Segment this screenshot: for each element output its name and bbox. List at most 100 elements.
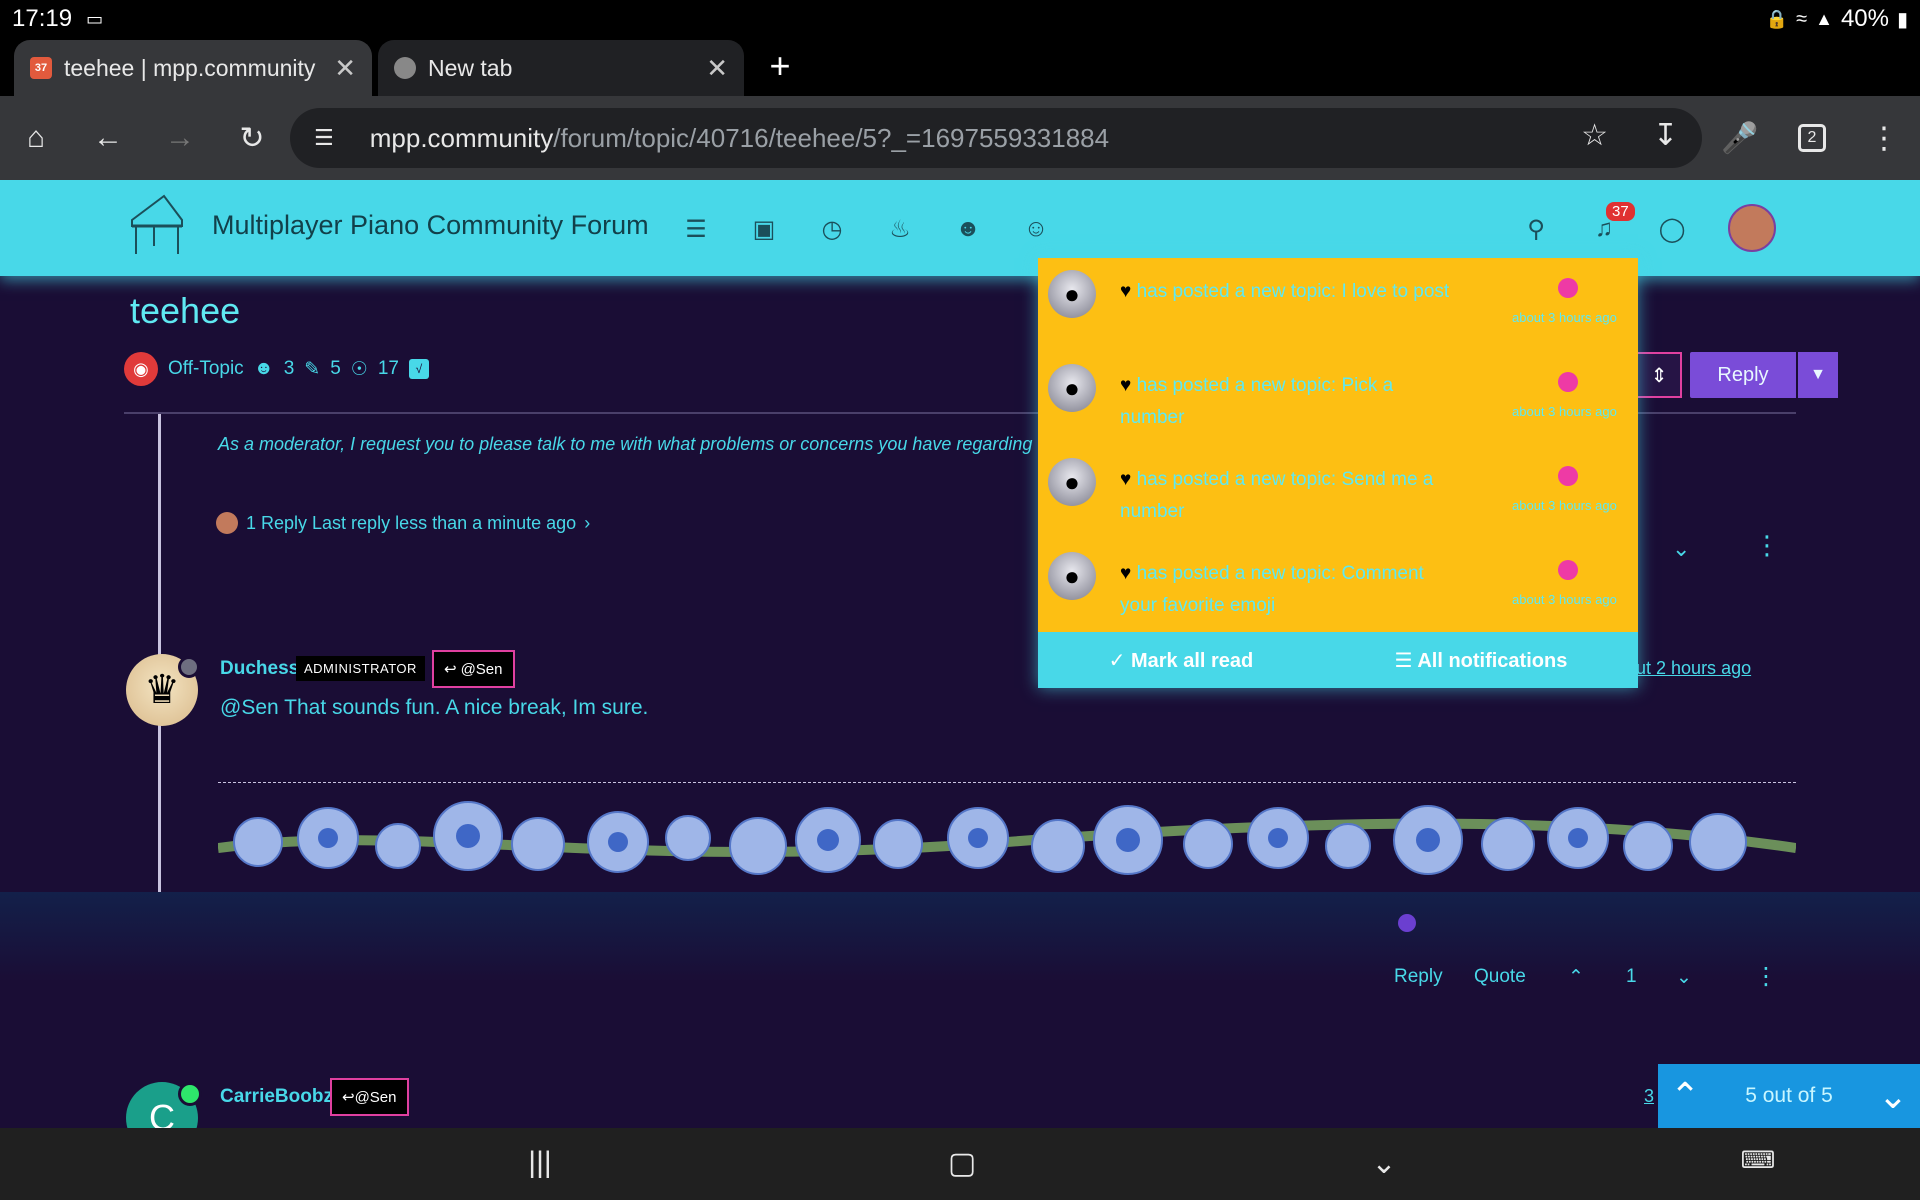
microphone-icon[interactable]: 🎤 [1716, 114, 1764, 162]
all-notifications-link[interactable]: ☰ All notifications [1395, 648, 1568, 673]
mark-all-read-button[interactable]: ✓ Mark all read [1109, 648, 1254, 673]
keyboard-icon[interactable]: ⌨ [1738, 1146, 1778, 1186]
unread-dot[interactable] [1558, 278, 1578, 298]
unread-dot[interactable] [1558, 560, 1578, 580]
notification-text: ♥ has posted a new topic: Comment your f… [1120, 563, 1424, 616]
wifi-icon: ≈ [1796, 7, 1808, 30]
notification-time: about 3 hours ago [1512, 498, 1617, 513]
tab-new-tab[interactable]: New tab ✕ [378, 40, 744, 96]
notification-item[interactable]: ● ♥ has posted a new topic: I love to po… [1038, 258, 1638, 352]
replies-link[interactable]: 1 Reply Last reply less than a minute ag… [216, 512, 590, 534]
downvote-chevron-icon[interactable]: ⌄ [1672, 536, 1690, 562]
posters-count: 3 [283, 358, 295, 379]
notification-time: about 3 hours ago [1512, 310, 1617, 325]
sort-button[interactable]: ⇕ [1636, 352, 1682, 398]
globe-icon: ◉ [124, 352, 158, 386]
piano-logo-icon[interactable] [124, 190, 190, 260]
system-nav-bar: ||| ▢ ⌄ ⌨ [0, 1128, 1920, 1200]
tab-switcher-button[interactable]: 2 [1788, 114, 1836, 162]
ghost-avatar: ● [1048, 364, 1096, 412]
battery-icon: ▮ [1896, 8, 1908, 31]
rss-icon[interactable]: √ [408, 359, 429, 379]
post-menu-icon[interactable]: ⋮ [1754, 962, 1778, 991]
site-settings-icon[interactable]: ☰ [314, 125, 334, 151]
notification-item[interactable]: ● ♥ has posted a new topic: Comment your… [1038, 540, 1638, 632]
battery-level: 40% [1840, 5, 1889, 32]
popular-fire-icon[interactable]: ♨ [886, 216, 914, 243]
lock-icon: 🔒 [1765, 8, 1789, 29]
reply-summary-text: 1 Reply Last reply less than a minute ag… [246, 512, 577, 533]
category-link[interactable]: Off-Topic [168, 358, 244, 380]
tab-teehee[interactable]: 37 teehee | mpp.community ✕ [14, 40, 372, 96]
search-icon[interactable]: ⚲ [1522, 216, 1550, 243]
reply-to-link[interactable]: ↩ @Sen [330, 1078, 409, 1116]
back-arrow-icon[interactable]: ← [84, 114, 132, 162]
unread-dot[interactable] [1558, 372, 1578, 392]
reply-button[interactable]: Reply [1394, 966, 1443, 988]
post-author[interactable]: Duchess [220, 658, 299, 680]
inbox-icon[interactable]: ▣ [750, 216, 778, 243]
upvote-chevron-icon[interactable]: ⌃ [1568, 966, 1584, 989]
groups-icon[interactable]: ☺ [1022, 215, 1050, 242]
eye-icon: ☉ [350, 358, 368, 380]
chat-icon[interactable]: ◯ [1658, 216, 1686, 243]
close-tab-icon[interactable]: ✕ [334, 53, 356, 84]
double-chevron-down-icon[interactable]: ⌄ [1878, 1075, 1908, 1117]
recent-apps-icon[interactable]: ||| [520, 1146, 560, 1186]
notification-item[interactable]: ● ♥ has posted a new topic: Pick a numbe… [1038, 352, 1638, 446]
reload-icon[interactable]: ↻ [228, 114, 276, 162]
close-tab-icon[interactable]: ✕ [706, 53, 728, 84]
url-text: mpp.community/forum/topic/40716/teehee/5… [369, 122, 1110, 153]
next-post-timestamp[interactable]: 3 [1644, 1086, 1654, 1107]
notification-time: about 3 hours ago [1512, 404, 1617, 419]
recent-clock-icon[interactable]: ◷ [818, 216, 846, 243]
forward-arrow-icon[interactable]: → [156, 114, 204, 162]
online-status-dot [178, 1082, 202, 1106]
reply-arrow-icon: ↩ [444, 661, 457, 678]
topic-title: teehee [130, 290, 241, 331]
address-bar[interactable]: ☰ mpp.community/forum/topic/40716/teehee… [290, 108, 1702, 168]
pager-position[interactable]: 5 out of 5 [1745, 1084, 1833, 1108]
home-nav-icon[interactable]: ▢ [942, 1146, 982, 1186]
post-timestamp[interactable]: out 2 hours ago [1626, 658, 1751, 679]
topic-reply-button[interactable]: Reply [1690, 352, 1796, 398]
next-post-author[interactable]: CarrieBoobz [220, 1086, 333, 1108]
replier-avatar [216, 512, 238, 534]
categories-list-icon[interactable]: ☰ [682, 216, 710, 243]
notification-text: ♥ has posted a new topic: Pick a number [1120, 375, 1394, 428]
bookmark-star-icon[interactable]: ☆ [1581, 118, 1608, 153]
hide-keyboard-chevron-icon[interactable]: ⌄ [1364, 1146, 1404, 1186]
tab-title: New tab [428, 54, 513, 81]
signature-divider [218, 782, 1796, 783]
double-chevron-up-icon[interactable]: ⌃ [1670, 1075, 1700, 1117]
ghost-avatar: ● [1048, 458, 1096, 506]
new-tab-plus-icon[interactable]: + [760, 48, 800, 88]
notification-item[interactable]: ● ♥ has posted a new topic: Send me a nu… [1038, 446, 1638, 540]
notifications-dropdown: ● ♥ has posted a new topic: I love to po… [1038, 258, 1638, 688]
browser-menu-icon[interactable]: ⋮ [1860, 114, 1908, 162]
floral-signature-image [218, 801, 1796, 875]
post-menu-icon[interactable]: ⋮ [1754, 530, 1780, 561]
signal-icon: ▲ [1815, 8, 1833, 29]
downvote-chevron-icon[interactable]: ⌄ [1676, 966, 1692, 989]
user-avatar[interactable] [1728, 204, 1776, 252]
notification-count-badge: 37 [1606, 202, 1635, 221]
reply-to-link[interactable]: ↩ @Sen [432, 650, 515, 688]
home-icon[interactable]: ⌂ [12, 114, 60, 162]
list-icon: ☰ [1394, 649, 1413, 672]
notification-icon: ▭ [86, 8, 104, 29]
user-icon[interactable]: ☻ [954, 215, 982, 242]
forum-favicon-icon: 37 [30, 57, 52, 79]
forum-page: Multiplayer Piano Community Forum ☰ ▣ ◷ … [0, 180, 1920, 1128]
forum-title[interactable]: Multiplayer Piano Community Forum [212, 210, 649, 241]
reply-arrow-icon: ↩ [342, 1089, 355, 1106]
administrator-badge[interactable]: ADMINISTRATOR [296, 656, 425, 681]
reply-dropdown-caret-icon[interactable]: ▼ [1798, 352, 1838, 398]
download-icon[interactable]: ↧ [1653, 118, 1678, 153]
reaction-icon[interactable] [1398, 914, 1416, 932]
tab-title: teehee | mpp.community [64, 54, 316, 81]
unread-dot[interactable] [1558, 466, 1578, 486]
post-pager: ⌃ 5 out of 5 ⌄ [1658, 1064, 1920, 1128]
status-bar: 17:19 ▭ 🔒 ≈ ▲ 40% ▮ [0, 0, 1920, 38]
quote-button[interactable]: Quote [1474, 966, 1526, 988]
